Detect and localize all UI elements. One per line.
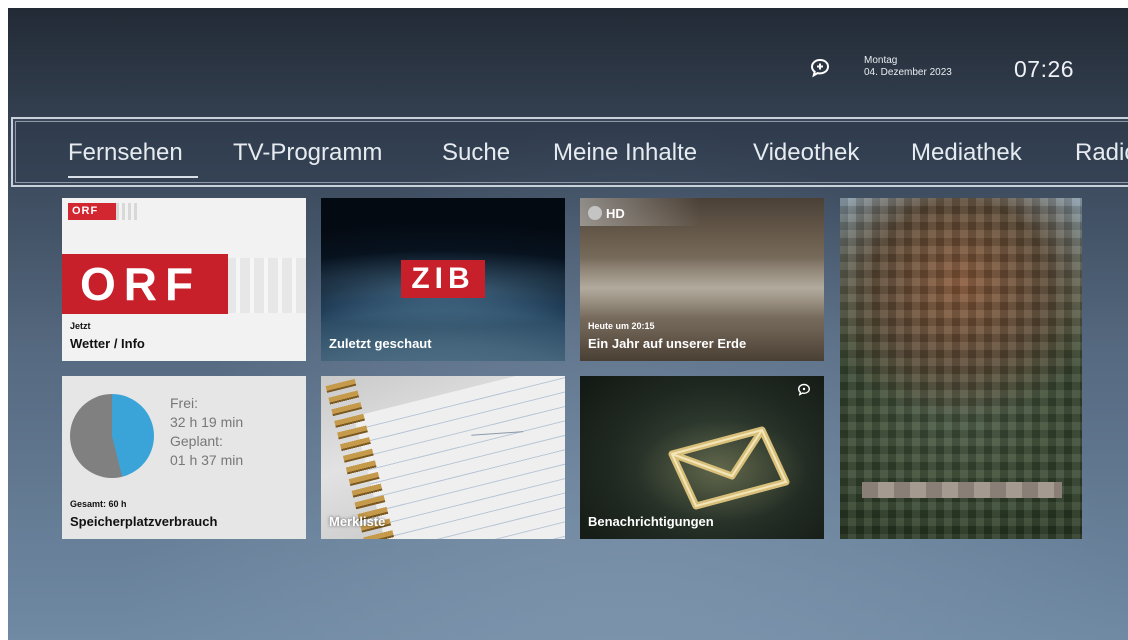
nav-item-suche[interactable]: Suche bbox=[442, 139, 510, 167]
free-label: Frei: bbox=[170, 395, 198, 411]
nav-item-videothek[interactable]: Videothek bbox=[753, 139, 859, 167]
weekday: Montag bbox=[864, 55, 898, 66]
tile-label: Benachrichtigungen bbox=[588, 514, 714, 529]
main-navigation: Fernsehen TV-Programm Suche Meine Inhalt… bbox=[11, 117, 1128, 187]
tile-label: Zuletzt geschaut bbox=[329, 336, 432, 351]
tile-watchlist[interactable]: Merkliste bbox=[321, 376, 565, 539]
tile-label: Speicherplatzverbrauch bbox=[70, 514, 218, 529]
clock: 07:26 bbox=[1014, 56, 1075, 82]
notification-bubble-icon[interactable] bbox=[808, 56, 832, 80]
envelope-icon bbox=[668, 426, 790, 510]
tile-sublabel: Heute um 20:15 bbox=[588, 321, 655, 331]
tile-label: Wetter / Info bbox=[70, 336, 145, 351]
poster-title-pixelated bbox=[862, 482, 1062, 498]
active-tab-underline bbox=[68, 176, 198, 178]
storage-total: Gesamt: 60 h bbox=[70, 499, 127, 509]
zib-logo: ZIB bbox=[401, 260, 485, 298]
nav-item-tv-programm[interactable]: TV-Programm bbox=[233, 139, 382, 167]
nav-item-mediathek[interactable]: Mediathek bbox=[911, 139, 1022, 167]
tile-notifications[interactable]: Benachrichtigungen bbox=[580, 376, 824, 539]
orf-channel-logo: ORF bbox=[68, 203, 116, 220]
tile-tonight-program[interactable]: HD Heute um 20:15 Ein Jahr auf unserer E… bbox=[580, 198, 824, 361]
date: 04. Dezember 2023 bbox=[864, 67, 952, 78]
tile-label: Merkliste bbox=[329, 514, 386, 529]
nav-item-fernsehen[interactable]: Fernsehen bbox=[68, 139, 183, 167]
landscape-fog bbox=[580, 258, 824, 318]
tile-live-orf[interactable]: ORF ORF Jetzt Wetter / Info bbox=[62, 198, 306, 361]
nav-item-meine-inhalte[interactable]: Meine Inhalte bbox=[553, 139, 697, 167]
orf-stripes-decoration bbox=[226, 258, 306, 313]
planned-label: Geplant: bbox=[170, 433, 223, 449]
tile-featured-poster[interactable] bbox=[840, 198, 1082, 539]
channel-circle-icon bbox=[588, 206, 602, 220]
tile-sublabel: Jetzt bbox=[70, 321, 91, 331]
free-value: 32 h 19 min bbox=[170, 414, 244, 430]
tile-storage-usage[interactable]: Frei: 32 h 19 min Geplant: 01 h 37 min G… bbox=[62, 376, 306, 539]
hd-badge: HD bbox=[606, 206, 625, 221]
tile-recently-watched[interactable]: ZIB Zuletzt geschaut bbox=[321, 198, 565, 361]
notification-bubble-icon bbox=[797, 383, 811, 396]
nav-item-radio[interactable]: Radio bbox=[1075, 139, 1128, 167]
tile-label: Ein Jahr auf unserer Erde bbox=[588, 336, 747, 351]
tv-home-screen: Montag 04. Dezember 2023 07:26 Fernsehen… bbox=[8, 8, 1128, 640]
storage-pie-chart bbox=[70, 394, 154, 478]
date-display: Montag 04. Dezember 2023 bbox=[864, 55, 952, 79]
storage-info: Frei: 32 h 19 min Geplant: 01 h 37 min bbox=[170, 394, 243, 470]
status-bar: Montag 04. Dezember 2023 07:26 bbox=[8, 8, 1128, 118]
planned-value: 01 h 37 min bbox=[170, 452, 244, 468]
orf-logo-stripes bbox=[116, 203, 138, 220]
orf-big-logo: ORF bbox=[62, 254, 228, 314]
